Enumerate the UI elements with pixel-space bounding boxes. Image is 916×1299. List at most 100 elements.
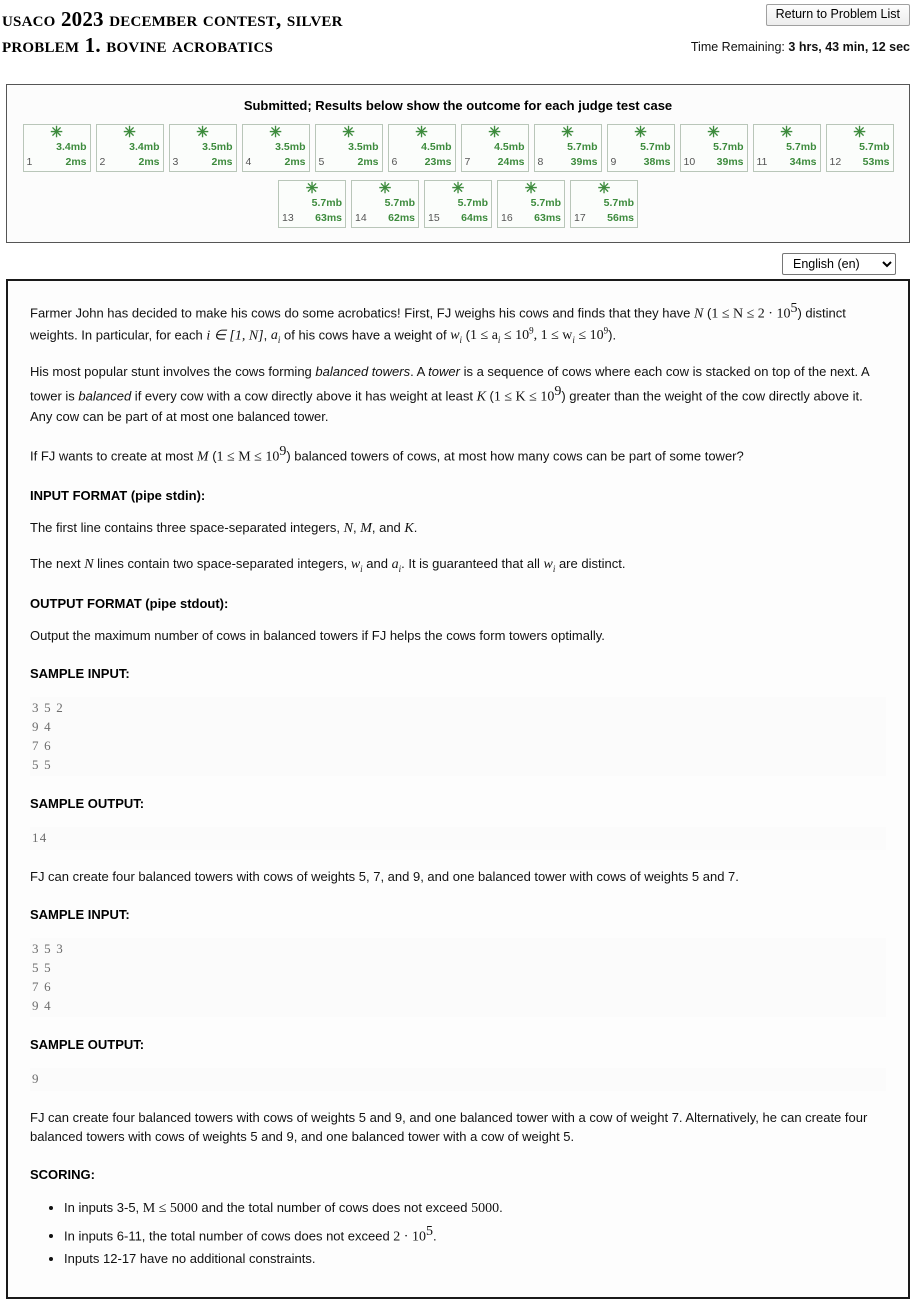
sample-output-heading-2: SAMPLE OUTPUT:	[30, 1037, 145, 1053]
math-N: N	[694, 306, 704, 322]
text: ,	[263, 327, 271, 343]
test-case-result[interactable]: ✳ 5.7mb 12 53ms	[825, 124, 894, 172]
test-case-pass-icon: ✳	[123, 124, 136, 141]
test-case-time: 2ms	[138, 156, 160, 169]
test-case-result[interactable]: ✳ 5.7mb 13 63ms	[278, 180, 346, 228]
return-to-problem-list-button[interactable]: Return to Problem List	[765, 4, 910, 26]
text: w	[543, 557, 553, 573]
text: If FJ wants to create at most	[30, 448, 197, 464]
sample-input-block-1: 3 5 2 9 4 7 6 5 5	[30, 697, 886, 777]
text: w	[350, 557, 361, 573]
test-case-footer: 13 63ms	[282, 212, 342, 225]
test-case-number: 17	[574, 212, 586, 225]
test-case-footer: 15 64ms	[428, 212, 488, 225]
problem-paragraph-1: Farmer John has decided to make his cows…	[30, 299, 886, 347]
test-case-memory: 3.5mb	[202, 141, 233, 153]
test-case-time: 62ms	[388, 212, 415, 225]
test-case-result[interactable]: ✳ 3.5mb 3 2ms	[168, 124, 237, 172]
test-case-pass-icon: ✳	[524, 180, 538, 197]
scoring-item-3: Inputs 12-17 have no additional constrai…	[64, 1249, 886, 1269]
test-case-memory: 3.4mb	[129, 141, 160, 153]
test-case-result[interactable]: ✳ 5.7mb 8 39ms	[533, 124, 602, 172]
text: 1 ≤ a	[470, 328, 498, 344]
scoring-item-2: In inputs 6-11, the total number of cows…	[64, 1221, 886, 1247]
test-case-memory: 5.7mb	[640, 141, 671, 153]
test-case-memory: 5.7mb	[786, 141, 817, 153]
text: The first line contains three space-sepa…	[30, 520, 344, 536]
math-wi-2: wi	[543, 557, 555, 574]
text: .	[413, 520, 418, 536]
test-case-result[interactable]: ✳ 5.7mb 17 56ms	[570, 180, 638, 228]
text: are distinct.	[555, 556, 626, 572]
test-case-memory: 5.7mb	[713, 141, 744, 153]
text: . It is guaranteed that all	[401, 556, 544, 572]
language-select[interactable]: English (en)	[782, 253, 896, 275]
test-case-footer: 1 2ms	[26, 156, 87, 169]
emphasis-balanced: balanced	[78, 388, 132, 404]
input-format-heading: INPUT FORMAT (pipe stdin):	[30, 488, 206, 504]
test-case-footer: 14 62ms	[355, 212, 415, 225]
test-case-number: 14	[355, 212, 367, 225]
test-case-number: 10	[683, 156, 696, 169]
test-case-result[interactable]: ✳ 3.5mb 5 2ms	[314, 124, 383, 172]
text: lines contain two space-separated intege…	[93, 556, 351, 572]
test-case-pass-icon: ✳	[780, 124, 793, 141]
test-case-memory: 5.7mb	[530, 197, 561, 209]
test-case-footer: 2 2ms	[100, 156, 160, 169]
math-N: N	[84, 557, 94, 573]
text: .	[499, 1200, 503, 1216]
test-case-memory: 5.7mb	[859, 141, 890, 153]
sample-input-block-2: 3 5 3 5 5 7 6 9 4	[30, 938, 886, 1018]
test-case-result[interactable]: ✳ 5.7mb 14 62ms	[351, 180, 419, 228]
test-case-footer: 17 56ms	[574, 212, 634, 225]
test-case-number: 11	[756, 156, 768, 169]
time-remaining: Time Remaining: 3 hrs, 43 min, 12 sec	[691, 40, 910, 54]
test-case-pass-icon: ✳	[415, 124, 428, 141]
test-case-pass-icon: ✳	[342, 124, 355, 141]
test-case-pass-icon: ✳	[561, 124, 574, 141]
test-case-result[interactable]: ✳ 4.5mb 7 24ms	[460, 124, 529, 172]
test-case-memory: 5.7mb	[457, 197, 488, 209]
test-case-result[interactable]: ✳ 3.5mb 4 2ms	[241, 124, 310, 172]
test-case-footer: 8 39ms	[538, 156, 598, 169]
test-case-row-2: ✳ 5.7mb 13 63ms ✳ 5.7mb 14 62ms ✳ 5.7mb 15 64ms ✳ 5.7…	[15, 180, 901, 228]
time-remaining-label: Time Remaining:	[690, 40, 785, 54]
test-case-result[interactable]: ✳ 3.4mb 2 2ms	[95, 124, 164, 172]
test-case-footer: 5 2ms	[319, 156, 379, 169]
sample-input-heading-2: SAMPLE INPUT:	[30, 907, 130, 923]
test-case-result[interactable]: ✳ 3.4mb 1 2ms	[22, 124, 91, 172]
text: In inputs 6-11, the total number of cows…	[64, 1228, 394, 1244]
test-case-memory: 4.5mb	[494, 141, 525, 153]
test-case-pass-icon: ✳	[50, 124, 63, 141]
test-case-footer: 12 53ms	[830, 156, 890, 169]
text: , 1 ≤ w	[533, 328, 573, 344]
test-case-pass-icon: ✳	[634, 124, 647, 141]
test-case-number: 3	[172, 156, 179, 169]
test-case-number: 13	[282, 212, 294, 225]
text: In inputs 3-5,	[64, 1200, 143, 1216]
page-header: USACO 2023 December Contest, Silver Prob…	[0, 0, 916, 72]
test-case-time: 63ms	[534, 212, 561, 225]
test-case-time: 39ms	[570, 156, 598, 169]
test-case-result[interactable]: ✳ 5.7mb 9 38ms	[606, 124, 675, 172]
test-case-result[interactable]: ✳ 5.7mb 16 63ms	[497, 180, 565, 228]
test-case-result[interactable]: ✳ 5.7mb 15 64ms	[424, 180, 492, 228]
test-case-result[interactable]: ✳ 5.7mb 10 39ms	[679, 124, 748, 172]
text: ≤ 10	[500, 328, 530, 344]
math-wi: wi	[450, 328, 462, 345]
test-case-number: 1	[26, 156, 33, 169]
text: w	[450, 328, 460, 344]
text: FJ can create four balanced towers with …	[30, 1110, 759, 1126]
math-ai: ai	[391, 557, 402, 574]
math-K: K	[404, 521, 414, 537]
text: a	[391, 557, 399, 573]
test-case-result[interactable]: ✳ 5.7mb 11 34ms	[752, 124, 821, 172]
test-case-memory: 5.7mb	[384, 197, 415, 209]
test-case-time: 2ms	[211, 156, 233, 169]
test-case-result[interactable]: ✳ 4.5mb 6 23ms	[387, 124, 456, 172]
test-case-time: 53ms	[862, 156, 890, 169]
math-range-N: 1 ≤ N ≤ 2 · 10	[711, 306, 791, 322]
emphasis-tower: tower	[428, 364, 460, 380]
test-case-time: 56ms	[607, 212, 634, 225]
test-case-number: 4	[245, 156, 252, 169]
